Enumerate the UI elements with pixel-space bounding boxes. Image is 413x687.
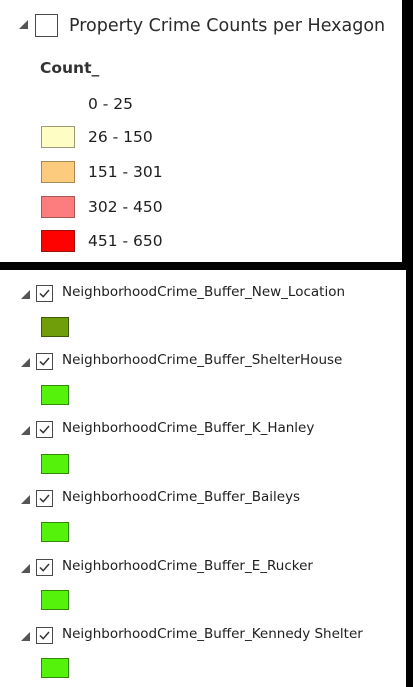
layer-symbol-swatch bbox=[41, 658, 69, 678]
layer-name[interactable]: NeighborhoodCrime_Buffer_K_Hanley bbox=[62, 418, 314, 438]
layer-name[interactable]: NeighborhoodCrime_Buffer_Kennedy Shelter bbox=[62, 624, 363, 644]
layer-visibility-checkbox[interactable] bbox=[36, 285, 53, 302]
checkmark-icon bbox=[39, 563, 50, 572]
layer-symbol-swatch bbox=[41, 454, 69, 474]
legend-class-label: 302 - 450 bbox=[88, 198, 163, 216]
legend-swatch bbox=[41, 126, 75, 148]
expand-arrow-icon[interactable] bbox=[21, 632, 30, 641]
checkmark-icon bbox=[39, 494, 50, 503]
expand-arrow-icon[interactable] bbox=[21, 564, 30, 573]
legend-class-label: 451 - 650 bbox=[88, 232, 163, 250]
legend-class-label: 26 - 150 bbox=[88, 128, 153, 146]
expand-arrow-icon[interactable] bbox=[19, 20, 28, 29]
expand-arrow-icon[interactable] bbox=[21, 426, 30, 435]
expand-arrow-icon[interactable] bbox=[21, 358, 30, 367]
checkmark-icon bbox=[39, 425, 50, 434]
symbology-field-label: Count_ bbox=[40, 59, 100, 77]
layer-name[interactable]: NeighborhoodCrime_Buffer_Baileys bbox=[62, 487, 300, 507]
layer-name[interactable]: NeighborhoodCrime_Buffer_ShelterHouse bbox=[62, 350, 342, 370]
layer-symbol-swatch bbox=[41, 385, 69, 405]
layer-symbol-swatch bbox=[41, 590, 69, 610]
legend-swatch bbox=[41, 196, 75, 218]
checkmark-icon bbox=[39, 289, 50, 298]
layer-visibility-checkbox[interactable] bbox=[35, 14, 58, 37]
legend-class-label: 0 - 25 bbox=[88, 95, 134, 113]
buffer-layers-panel: NeighborhoodCrime_Buffer_New_Location Ne… bbox=[0, 270, 406, 687]
layer-visibility-checkbox[interactable] bbox=[36, 421, 53, 438]
layer-visibility-checkbox[interactable] bbox=[36, 559, 53, 576]
layer-name[interactable]: Property Crime Counts per Hexagon bbox=[69, 14, 385, 38]
legend-swatch bbox=[41, 161, 75, 183]
layer-symbol-swatch bbox=[41, 317, 69, 337]
legend-swatch bbox=[41, 230, 75, 252]
property-crime-layer-panel: Property Crime Counts per Hexagon Count_… bbox=[0, 0, 402, 262]
expand-arrow-icon[interactable] bbox=[21, 495, 30, 504]
legend-class-label: 151 - 301 bbox=[88, 163, 163, 181]
layer-visibility-checkbox[interactable] bbox=[36, 627, 53, 644]
layer-name[interactable]: NeighborhoodCrime_Buffer_E_Rucker bbox=[62, 556, 313, 576]
checkmark-icon bbox=[39, 357, 50, 366]
layer-symbol-swatch bbox=[41, 522, 69, 542]
layer-visibility-checkbox[interactable] bbox=[36, 490, 53, 507]
expand-arrow-icon[interactable] bbox=[21, 290, 30, 299]
layer-visibility-checkbox[interactable] bbox=[36, 353, 53, 370]
checkmark-icon bbox=[39, 631, 50, 640]
layer-name[interactable]: NeighborhoodCrime_Buffer_New_Location bbox=[62, 282, 345, 302]
